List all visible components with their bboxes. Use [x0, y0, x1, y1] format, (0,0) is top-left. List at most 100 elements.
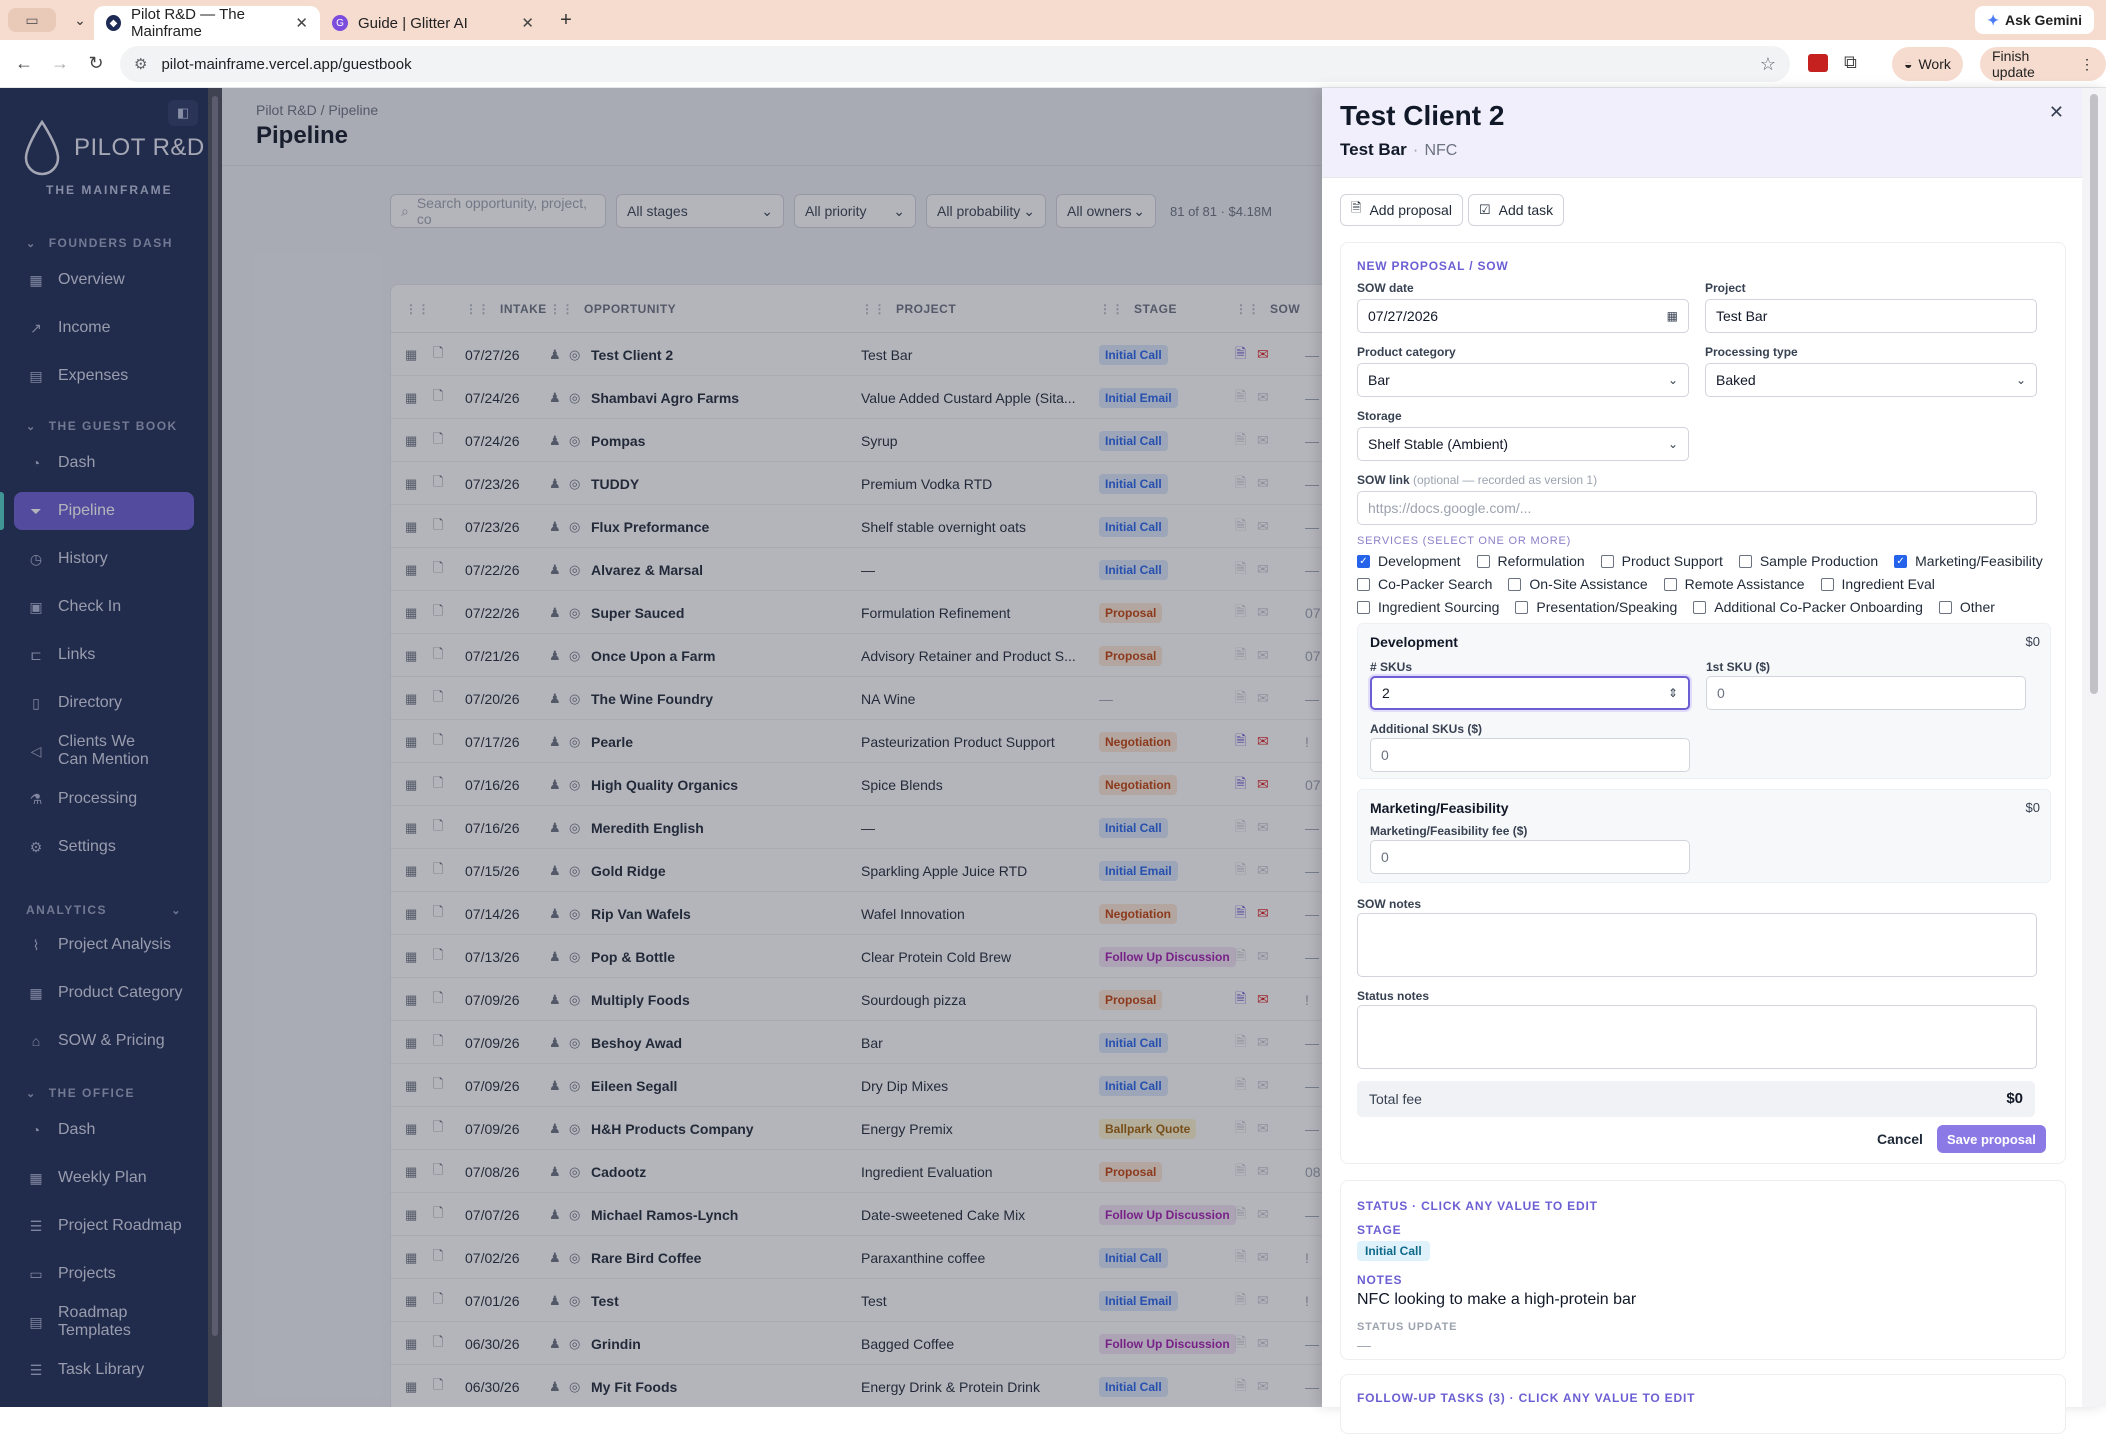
product-category-select[interactable]: Bar ⌄: [1357, 363, 1689, 397]
total-fee-label: Total fee: [1369, 1091, 1422, 1107]
new-tab-button[interactable]: +: [552, 9, 580, 32]
service-checkbox[interactable]: Sample Production: [1738, 553, 1879, 569]
browser-toolbar: ← → ↻ ⚙ pilot-mainframe.vercel.app/guest…: [0, 40, 2106, 88]
checkbox[interactable]: ✓: [1894, 554, 1908, 568]
service-checkbox[interactable]: On-Site Assistance: [1508, 576, 1648, 592]
storage-select[interactable]: Shelf Stable (Ambient) ⌄: [1357, 427, 1689, 461]
stage-pill[interactable]: Initial Call: [1357, 1241, 1430, 1261]
checkbox[interactable]: [1476, 554, 1490, 568]
cancel-button[interactable]: Cancel: [1877, 1131, 1923, 1147]
marketing-fee-label: Marketing/Feasibility fee ($): [1370, 824, 1528, 838]
marketing-fee-input[interactable]: 0: [1370, 840, 1690, 874]
notes-label: NOTES: [1357, 1273, 1403, 1287]
close-icon[interactable]: ✕: [2049, 102, 2064, 123]
address-bar[interactable]: ⚙ pilot-mainframe.vercel.app/guestbook ☆: [120, 46, 1790, 82]
tab-title: Pilot R&D — The Mainframe: [130, 6, 245, 40]
status-card: STATUS · CLICK ANY VALUE TO EDIT STAGE I…: [1340, 1180, 2066, 1360]
skus-input[interactable]: 2 ⇕: [1370, 676, 1690, 710]
checkbox[interactable]: [1508, 577, 1522, 591]
project-input[interactable]: Test Bar: [1705, 299, 2037, 333]
bookmark-star-icon[interactable]: ☆: [1760, 54, 1776, 75]
stage-label: STAGE: [1357, 1223, 1402, 1237]
reload-icon[interactable]: ↻: [78, 46, 114, 82]
add-proposal-button[interactable]: 🗎 Add proposal: [1340, 194, 1463, 226]
services-row: Ingredient Sourcing Presentation/Speaking…: [1357, 599, 2011, 615]
close-tab-icon[interactable]: ✕: [521, 14, 534, 32]
ask-gemini-button[interactable]: ✦ Ask Gemini: [1975, 6, 2094, 34]
status-update-value[interactable]: —: [1357, 1337, 1371, 1353]
service-label: Co-Packer Search: [1378, 576, 1493, 592]
save-proposal-button[interactable]: Save proposal: [1937, 1125, 2046, 1153]
sow-date-label: SOW date: [1357, 281, 1414, 295]
checkbox[interactable]: [1738, 554, 1752, 568]
service-checkbox[interactable]: Co-Packer Search: [1357, 576, 1492, 592]
close-tab-icon[interactable]: ✕: [295, 14, 308, 32]
checkbox[interactable]: [1663, 577, 1677, 591]
service-label: Additional Co-Packer Onboarding: [1714, 599, 1923, 615]
extension-icon[interactable]: [1808, 54, 1828, 72]
marketing-amount: $0: [2025, 800, 2040, 815]
storage-label: Storage: [1357, 409, 1402, 423]
extensions-puzzle-icon[interactable]: ⧉: [1844, 52, 1857, 73]
stepper-icon[interactable]: ⇕: [1668, 686, 1678, 700]
checkbox[interactable]: ✓: [1357, 554, 1370, 568]
service-checkbox[interactable]: Product Support: [1600, 553, 1723, 569]
skus-label: # SKUs: [1370, 660, 1413, 674]
drawer-header: Test Client 2 Test Bar · NFC ✕: [1322, 88, 2082, 178]
service-checkbox[interactable]: ✓ Marketing/Feasibility: [1894, 553, 2043, 569]
more-vert-icon: ⋮: [2080, 55, 2094, 72]
first-sku-input[interactable]: 0: [1706, 676, 2026, 710]
service-checkbox[interactable]: Presentation/Speaking: [1515, 599, 1677, 615]
status-update-label: STATUS UPDATE: [1357, 1321, 1458, 1333]
services-row: Co-Packer Search On-Site Assistance Remote…: [1357, 576, 1951, 592]
checkbox[interactable]: [1515, 600, 1529, 614]
sow-link-input[interactable]: https://docs.google.com/...: [1357, 491, 2037, 525]
service-checkbox[interactable]: Ingredient Eval: [1820, 576, 1935, 592]
service-checkbox[interactable]: Remote Assistance: [1663, 576, 1805, 592]
sow-date-input[interactable]: 07/27/2026 ▦: [1357, 299, 1689, 333]
site-info-icon[interactable]: ⚙: [134, 55, 147, 73]
profile-button[interactable]: ◒ Work: [1892, 47, 1963, 81]
service-checkbox[interactable]: Other: [1938, 599, 1995, 615]
pilot-favicon-icon: ◆: [106, 15, 121, 31]
tab-search-chevron-icon[interactable]: ⌄: [66, 6, 94, 34]
service-checkbox[interactable]: Reformulation: [1476, 553, 1585, 569]
form-heading: NEW PROPOSAL / SOW: [1357, 259, 1509, 273]
finish-update-button[interactable]: Finish update ⋮: [1980, 47, 2106, 81]
service-label: Other: [1959, 599, 1995, 615]
processing-type-select[interactable]: Baked ⌄: [1705, 363, 2037, 397]
chevron-down-icon: ⌄: [1667, 373, 1678, 387]
additional-skus-input[interactable]: 0: [1370, 738, 1690, 772]
back-arrow-icon[interactable]: ←: [6, 46, 42, 82]
drawer-scrollbar[interactable]: [2082, 88, 2106, 1407]
service-label: Ingredient Sourcing: [1378, 599, 1500, 615]
tab-groups-button[interactable]: ▭: [8, 8, 56, 32]
service-label: Product Support: [1621, 553, 1723, 569]
marketing-section: Marketing/Feasibility $0 Marketing/Feasi…: [1357, 789, 2051, 883]
browser-tab-strip: ▭ ⌄ ◆ Pilot R&D — The Mainframe ✕ G Guid…: [0, 0, 2106, 40]
service-checkbox[interactable]: Ingredient Sourcing: [1357, 599, 1499, 615]
status-notes-textarea[interactable]: [1357, 1005, 2037, 1069]
modal-backdrop[interactable]: [0, 88, 1322, 1407]
service-checkbox[interactable]: ✓ Development: [1357, 553, 1461, 569]
checkbox[interactable]: [1600, 554, 1614, 568]
forward-arrow-icon[interactable]: →: [42, 46, 78, 82]
browser-tab-active[interactable]: ◆ Pilot R&D — The Mainframe ✕: [94, 6, 320, 40]
service-checkbox[interactable]: Additional Co-Packer Onboarding: [1693, 599, 1923, 615]
url-text: pilot-mainframe.vercel.app/guestbook: [161, 55, 412, 73]
add-task-button[interactable]: ☑ Add task: [1468, 194, 1565, 226]
project-label: Project: [1705, 281, 1746, 295]
proposal-form: NEW PROPOSAL / SOW SOW date 07/27/2026 ▦ …: [1340, 242, 2066, 1164]
status-notes-value[interactable]: NFC looking to make a high-protein bar: [1357, 1291, 1636, 1309]
gemini-sparkle-icon: ✦: [1987, 11, 1999, 28]
checkbox[interactable]: [1693, 600, 1707, 614]
checkbox[interactable]: [1938, 600, 1952, 614]
sow-notes-textarea[interactable]: [1357, 913, 2037, 977]
checkbox[interactable]: [1357, 577, 1370, 591]
checkbox[interactable]: [1357, 600, 1370, 614]
checkbox[interactable]: [1820, 577, 1834, 591]
browser-tab-glitter[interactable]: G Guide | Glitter AI ✕: [320, 6, 546, 40]
service-label: Remote Assistance: [1684, 576, 1805, 592]
calendar-icon[interactable]: ▦: [1667, 309, 1678, 323]
service-label: Sample Production: [1759, 553, 1879, 569]
